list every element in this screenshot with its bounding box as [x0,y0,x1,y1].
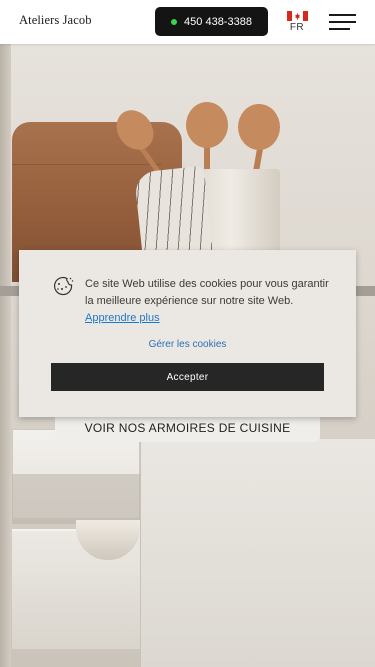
cookie-banner: Ce site Web utilise des cookies pour vou… [19,250,356,417]
cookie-message: Ce site Web utilise des cookies pour vou… [85,276,335,327]
cookie-message-text: Ce site Web utilise des cookies pour vou… [85,278,329,307]
hamburger-menu-icon[interactable] [329,14,356,30]
language-switcher[interactable]: FR [286,11,308,33]
kitchen-cabinets-cta-button[interactable]: VOIR NOS ARMOIRES DE CUISINE [55,414,320,442]
accept-cookies-button[interactable]: Accepter [51,363,324,391]
site-header: Ateliers Jacob 450 438-3388 FR [0,0,375,44]
phone-number: 450 438-3388 [184,15,252,28]
language-label: FR [289,22,305,33]
canada-flag-icon [286,11,308,21]
learn-more-link[interactable]: Apprendre plus [85,312,160,324]
cookie-icon [54,276,74,296]
status-dot-icon [171,18,178,25]
manage-cookies-link[interactable]: Gérer les cookies [19,339,356,350]
brand-logo[interactable]: Ateliers Jacob [19,13,92,28]
phone-button[interactable]: 450 438-3388 [155,7,268,36]
